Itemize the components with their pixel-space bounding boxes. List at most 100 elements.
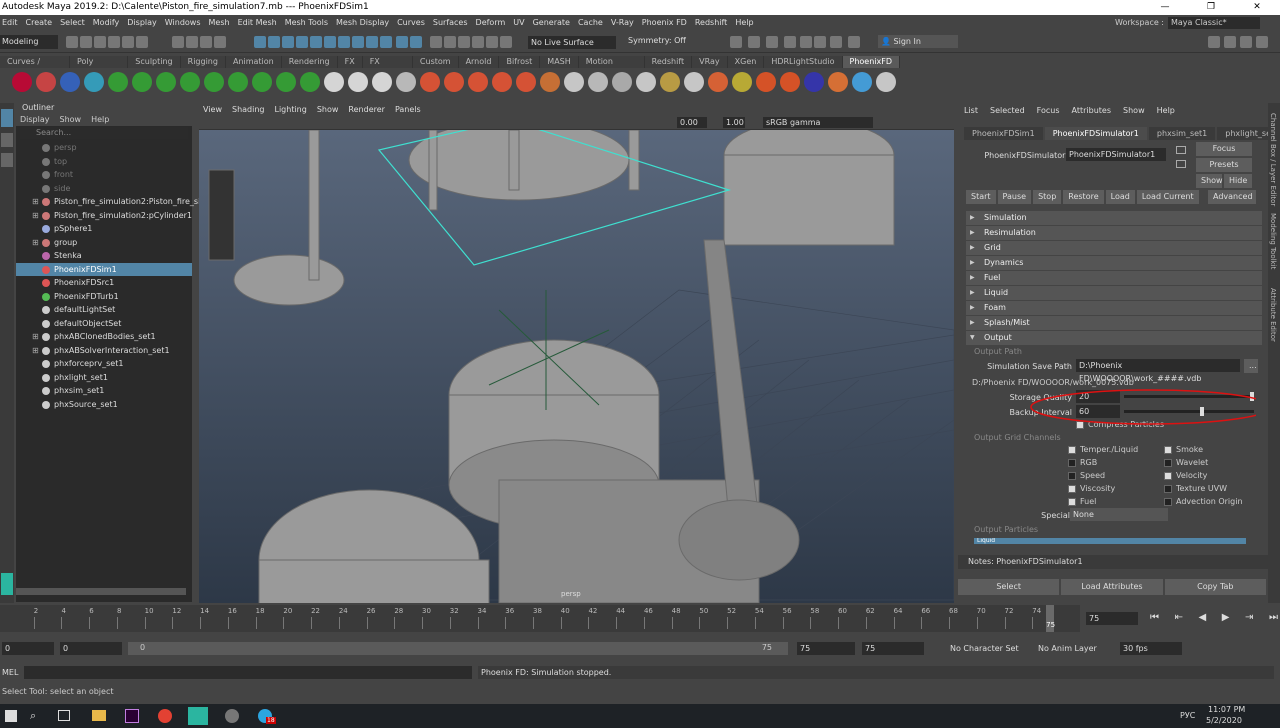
ae-menu-show[interactable]: Show: [1123, 106, 1145, 115]
wind-icon[interactable]: [204, 72, 224, 92]
menu-v-ray[interactable]: V-Ray: [611, 18, 634, 27]
statusline-tool-icon[interactable]: [830, 36, 842, 48]
shelf-tab-fx-caching[interactable]: FX Caching: [362, 56, 413, 78]
search-icon[interactable]: ⌕: [30, 709, 36, 723]
statusline-tool-icon[interactable]: [444, 36, 456, 48]
file-explorer-icon[interactable]: [92, 710, 106, 721]
statusline-tool-icon[interactable]: [200, 36, 212, 48]
statusline-tool-icon[interactable]: [310, 36, 322, 48]
expand-icon[interactable]: ⊞: [32, 195, 39, 209]
lava-icon[interactable]: [708, 72, 728, 92]
load-button[interactable]: Load: [1105, 190, 1135, 204]
statusline-tool-icon[interactable]: [296, 36, 308, 48]
statusline-tool-icon[interactable]: [352, 36, 364, 48]
live-surface-field[interactable]: No Live Surface: [528, 36, 616, 49]
statusline-tool-icon[interactable]: [122, 36, 134, 48]
language-indicator[interactable]: РУС: [1180, 711, 1195, 720]
anim-layer-dropdown[interactable]: No Anim Layer: [1038, 644, 1097, 653]
outliner-menu-show[interactable]: Show: [60, 114, 82, 126]
menu-help[interactable]: Help: [735, 18, 753, 27]
start-time-field[interactable]: 0: [2, 642, 54, 655]
shelf-tab-fx[interactable]: FX: [337, 56, 363, 68]
ae-menu-attributes[interactable]: Attributes: [1072, 106, 1112, 115]
campfire-icon[interactable]: [828, 72, 848, 92]
shelf-tab-arnold[interactable]: Arnold: [458, 56, 500, 68]
outliner-row[interactable]: phxlight_set1: [16, 371, 192, 385]
statusline-tool-icon[interactable]: [396, 36, 408, 48]
viewport-menu-lighting[interactable]: Lighting: [274, 105, 306, 114]
outliner-row[interactable]: ⊞ phxABClonedBodies_set1: [16, 330, 192, 344]
section-grid[interactable]: Grid: [966, 241, 1262, 255]
workspace-dropdown[interactable]: Maya Classic*: [1168, 16, 1260, 29]
section-liquid[interactable]: Liquid: [966, 286, 1262, 300]
source-icon[interactable]: [36, 72, 56, 92]
ae-tab-phoenixfdsim1[interactable]: PhoenixFDSim1: [964, 127, 1043, 140]
save-path-field[interactable]: D:\Phoenix FD\WOOOOR\work_####.vdb: [1076, 359, 1240, 383]
outliner-row[interactable]: ⊞ Piston_fire_simulation2:Piston_fire_si: [16, 195, 200, 209]
statusline-tool-icon[interactable]: [66, 36, 78, 48]
presets-button[interactable]: Presets: [1196, 158, 1252, 172]
premiere-icon[interactable]: [125, 709, 139, 723]
focus-out-icon[interactable]: [1176, 160, 1186, 168]
step-back-key-icon[interactable]: ⇤: [1175, 612, 1183, 625]
section-foam[interactable]: Foam: [966, 301, 1262, 315]
statusline-tool-icon[interactable]: [186, 36, 198, 48]
channel-viscosity-checkbox[interactable]: Viscosity: [1068, 484, 1138, 497]
browse-button[interactable]: ...: [1244, 359, 1258, 373]
shelf-tab-sculpting[interactable]: Sculpting: [128, 56, 181, 68]
vortex-icon[interactable]: [156, 72, 176, 92]
statusline-tool-icon[interactable]: [324, 36, 336, 48]
range-slider[interactable]: 0 75: [128, 642, 788, 655]
statusline-tool-icon[interactable]: [172, 36, 184, 48]
step-forward-key-icon[interactable]: ⇥: [1245, 612, 1253, 625]
menu-mesh-tools[interactable]: Mesh Tools: [285, 18, 328, 27]
statusline-tool-icon[interactable]: [80, 36, 92, 48]
play-icon[interactable]: ▶: [1222, 612, 1230, 625]
shelf-tab-phoenixfd[interactable]: PhoenixFD: [842, 56, 900, 68]
lasso-tool-icon[interactable]: [1, 133, 13, 147]
ae-tab-phxsim_set1[interactable]: phxsim_set1: [1148, 127, 1216, 140]
menuset-dropdown[interactable]: Modeling: [0, 35, 58, 49]
viewport-menu-shading[interactable]: Shading: [232, 105, 265, 114]
section-splash-mist[interactable]: Splash/Mist: [966, 316, 1262, 330]
select-button[interactable]: Select: [958, 579, 1060, 595]
outliner-row[interactable]: phxSource_set1: [16, 398, 192, 412]
outliner-row[interactable]: ⊞ Piston_fire_simulation2:pCylinder1: [16, 209, 192, 223]
copy-tab-button[interactable]: Copy Tab: [1164, 579, 1266, 595]
exposure-field[interactable]: 0.00: [677, 117, 707, 128]
channel-texture-uvw-checkbox[interactable]: Texture UVW: [1164, 484, 1243, 497]
ae-menu-focus[interactable]: Focus: [1037, 106, 1060, 115]
explosion-preset-icon[interactable]: [468, 72, 488, 92]
statusline-tool-icon[interactable]: [458, 36, 470, 48]
turbulence-icon[interactable]: [108, 72, 128, 92]
burner-icon[interactable]: [756, 72, 776, 92]
go-to-start-icon[interactable]: ⏮: [1150, 612, 1159, 625]
channel-speed-checkbox[interactable]: Speed: [1068, 471, 1138, 484]
engine-icon[interactable]: [780, 72, 800, 92]
chrome-icon[interactable]: [158, 709, 172, 723]
statusline-tool-icon[interactable]: [500, 36, 512, 48]
statusline-tool-icon[interactable]: [338, 36, 350, 48]
channel-velocity-checkbox[interactable]: Velocity: [1164, 471, 1243, 484]
current-frame-marker[interactable]: 75: [1046, 605, 1055, 632]
torch-preset-icon[interactable]: [516, 72, 536, 92]
statusline-tool-icon[interactable]: [430, 36, 442, 48]
menu-generate[interactable]: Generate: [533, 18, 570, 27]
cloud-preset-icon[interactable]: [564, 72, 584, 92]
section-fuel[interactable]: Fuel: [966, 271, 1262, 285]
expand-icon[interactable]: ⊞: [32, 330, 39, 344]
signin-button[interactable]: 👤 Sign In: [878, 35, 958, 48]
statusline-tool-icon[interactable]: [282, 36, 294, 48]
stop-icon[interactable]: [372, 72, 392, 92]
trash-icon[interactable]: [396, 72, 416, 92]
symmetry-label[interactable]: Symmetry: Off: [628, 36, 686, 45]
coffee-icon[interactable]: [684, 72, 704, 92]
outliner-row[interactable]: front: [16, 168, 192, 182]
section-output[interactable]: Output: [966, 331, 1262, 345]
attractor-icon[interactable]: [228, 72, 248, 92]
cup-icon[interactable]: [588, 72, 608, 92]
statusline-tool-icon[interactable]: [380, 36, 392, 48]
statusline-tool-icon[interactable]: [1256, 36, 1268, 48]
outliner-row[interactable]: side: [16, 182, 192, 196]
menu-mesh[interactable]: Mesh: [209, 18, 230, 27]
